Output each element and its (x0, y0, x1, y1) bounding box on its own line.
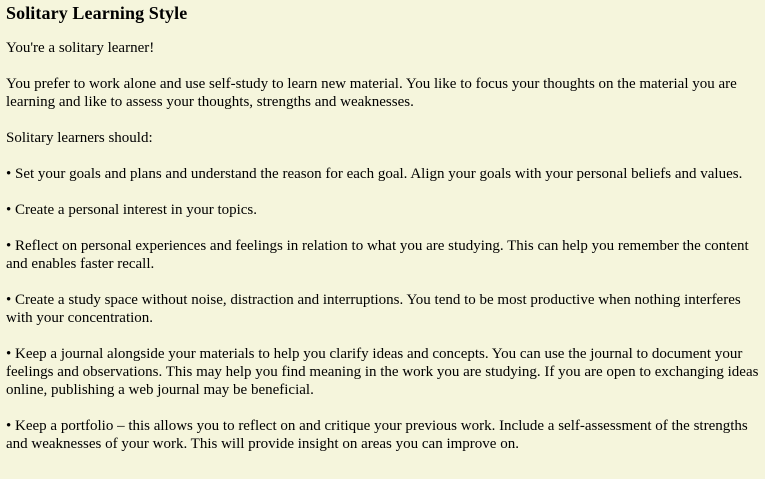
page-title: Solitary Learning Style (6, 3, 188, 23)
bullet-text: Reflect on personal experiences and feel… (6, 238, 749, 272)
bullet-text: Create a study space without noise, dist… (6, 292, 741, 326)
page-content: Solitary Learning Style You're a solitar… (0, 0, 765, 479)
bullet-item-study-space: • Create a study space without noise, di… (6, 291, 759, 327)
bullet-icon: • (6, 292, 12, 308)
bullet-item-reflect: • Reflect on personal experiences and fe… (6, 237, 759, 273)
list-heading: Solitary learners should: (6, 130, 153, 146)
bullet-item-interest: • Create a personal interest in your top… (6, 201, 759, 219)
bullet-icon: • (6, 238, 12, 254)
bullet-text: Set your goals and plans and understand … (15, 166, 743, 182)
intro-line: You're a solitary learner! (6, 40, 155, 56)
description-paragraph: You prefer to work alone and use self-st… (6, 76, 737, 110)
bullet-item-portfolio: • Keep a portfolio – this allows you to … (6, 417, 759, 453)
bullet-text: Keep a journal alongside your materials … (6, 346, 759, 398)
bullet-item-journal: • Keep a journal alongside your material… (6, 345, 759, 399)
bullet-text: Create a personal interest in your topic… (15, 202, 258, 218)
bullet-icon: • (6, 346, 12, 362)
bullet-item-goals: • Set your goals and plans and understan… (6, 165, 759, 183)
bullet-icon: • (6, 166, 12, 182)
bullet-text: Keep a portfolio – this allows you to re… (6, 418, 748, 452)
bullet-icon: • (6, 202, 12, 218)
bullet-icon: • (6, 418, 12, 434)
